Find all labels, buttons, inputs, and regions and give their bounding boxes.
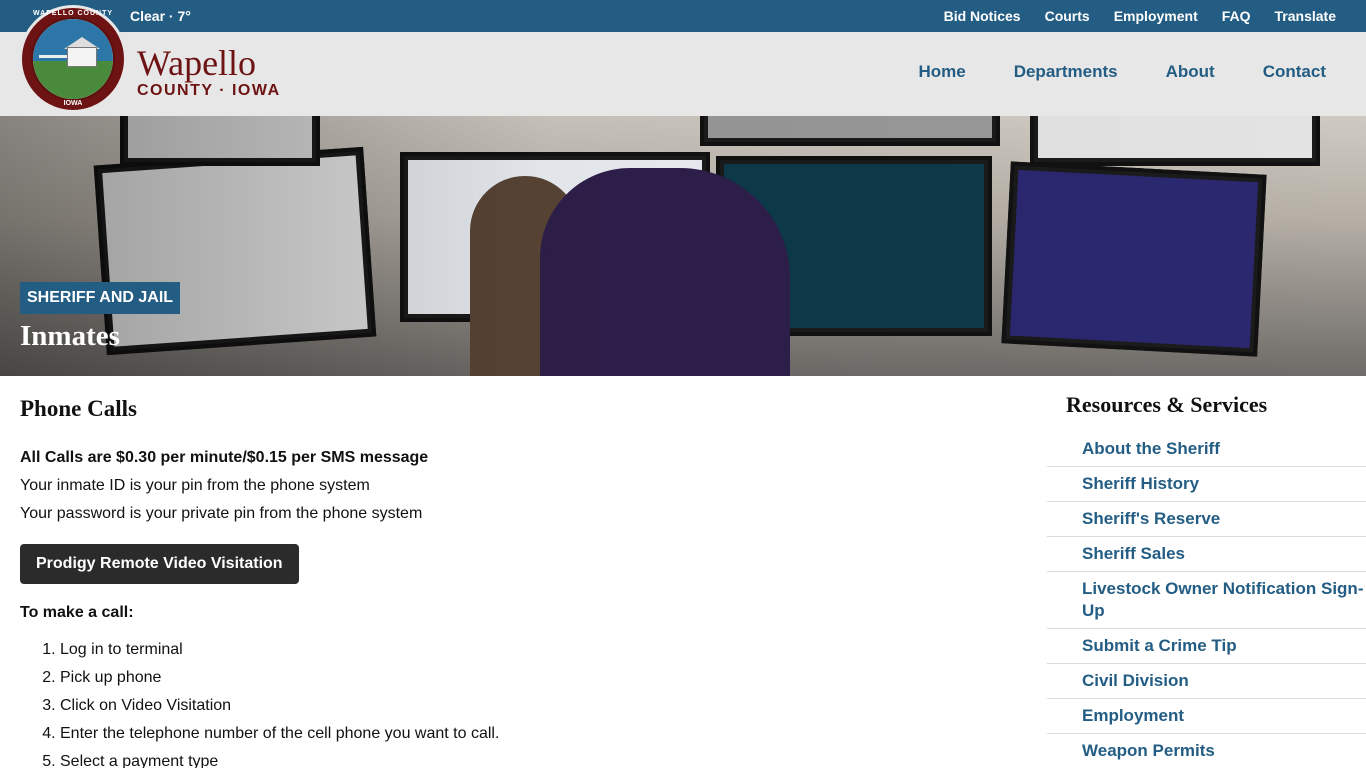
utility-link-translate[interactable]: Translate: [1275, 8, 1336, 24]
utility-link-faq[interactable]: FAQ: [1222, 8, 1251, 24]
call-rates: All Calls are $0.30 per minute/$0.15 per…: [20, 449, 429, 466]
resources-sidebar: Resources & Services About the Sheriff S…: [1047, 392, 1366, 768]
utility-link-courts[interactable]: Courts: [1045, 8, 1090, 24]
section-heading: Phone Calls: [20, 396, 137, 421]
sidebar-item-about-sheriff[interactable]: About the Sheriff: [1047, 432, 1366, 467]
sidebar-item-employment[interactable]: Employment: [1047, 699, 1366, 734]
hero-banner: SHERIFF AND JAIL Inmates: [0, 116, 1366, 376]
sidebar-item-crime-tip[interactable]: Submit a Crime Tip: [1047, 629, 1366, 664]
nav-about[interactable]: About: [1166, 62, 1215, 82]
video-visitation-button[interactable]: Prodigy Remote Video Visitation: [20, 544, 299, 584]
list-item: Pick up phone: [60, 664, 1000, 692]
make-call-heading: To make a call:: [20, 604, 134, 621]
password-note: Your password is your private pin from t…: [20, 505, 423, 522]
main-nav: Home Departments About Contact: [870, 62, 1326, 82]
sidebar-item-weapon-permits[interactable]: Weapon Permits: [1047, 734, 1366, 768]
list-item: Enter the telephone number of the cell p…: [60, 720, 1000, 748]
seal-text-top: WAPELLO COUNTY: [32, 10, 114, 17]
list-item: Click on Video Visitation: [60, 692, 1000, 720]
weather-status: Clear · 7°: [130, 8, 191, 24]
utility-bar: Clear · 7° Bid Notices Courts Employment…: [0, 0, 1366, 32]
brand-subtitle: COUNTY · IOWA: [137, 82, 281, 99]
main-content: Phone Calls All Calls are $0.30 per minu…: [20, 396, 1000, 768]
sidebar-item-sheriff-sales[interactable]: Sheriff Sales: [1047, 537, 1366, 572]
call-steps-list: Log in to terminal Pick up phone Click o…: [20, 636, 1000, 768]
sidebar-item-sheriff-history[interactable]: Sheriff History: [1047, 467, 1366, 502]
sidebar-title: Resources & Services: [1066, 392, 1268, 417]
county-seal-logo[interactable]: WAPELLO COUNTY IOWA: [19, 5, 127, 113]
utility-nav: Bid Notices Courts Employment FAQ Transl…: [920, 8, 1336, 24]
seal-emblem: [31, 17, 115, 101]
page-title: Inmates: [20, 320, 120, 352]
nav-contact[interactable]: Contact: [1263, 62, 1326, 82]
seal-house-icon: [67, 47, 97, 67]
sidebar-item-sheriffs-reserve[interactable]: Sheriff's Reserve: [1047, 502, 1366, 537]
sidebar-item-livestock-notification[interactable]: Livestock Owner Notification Sign-Up: [1047, 572, 1366, 629]
list-item: Log in to terminal: [60, 636, 1000, 664]
seal-text-bottom: IOWA: [63, 100, 83, 107]
utility-link-bid-notices[interactable]: Bid Notices: [944, 8, 1021, 24]
category-badge[interactable]: SHERIFF AND JAIL: [20, 282, 181, 314]
site-header: WAPELLO COUNTY IOWA Wapello COUNTY · IOW…: [0, 5, 1366, 116]
sidebar-item-civil-division[interactable]: Civil Division: [1047, 664, 1366, 699]
seal-bridge-icon: [39, 55, 69, 58]
nav-departments[interactable]: Departments: [1014, 62, 1118, 82]
brand-name[interactable]: Wapello: [137, 43, 256, 83]
list-item: Select a payment type: [60, 748, 1000, 768]
nav-home[interactable]: Home: [918, 62, 965, 82]
inmate-id-note: Your inmate ID is your pin from the phon…: [20, 477, 370, 494]
utility-link-employment[interactable]: Employment: [1114, 8, 1198, 24]
